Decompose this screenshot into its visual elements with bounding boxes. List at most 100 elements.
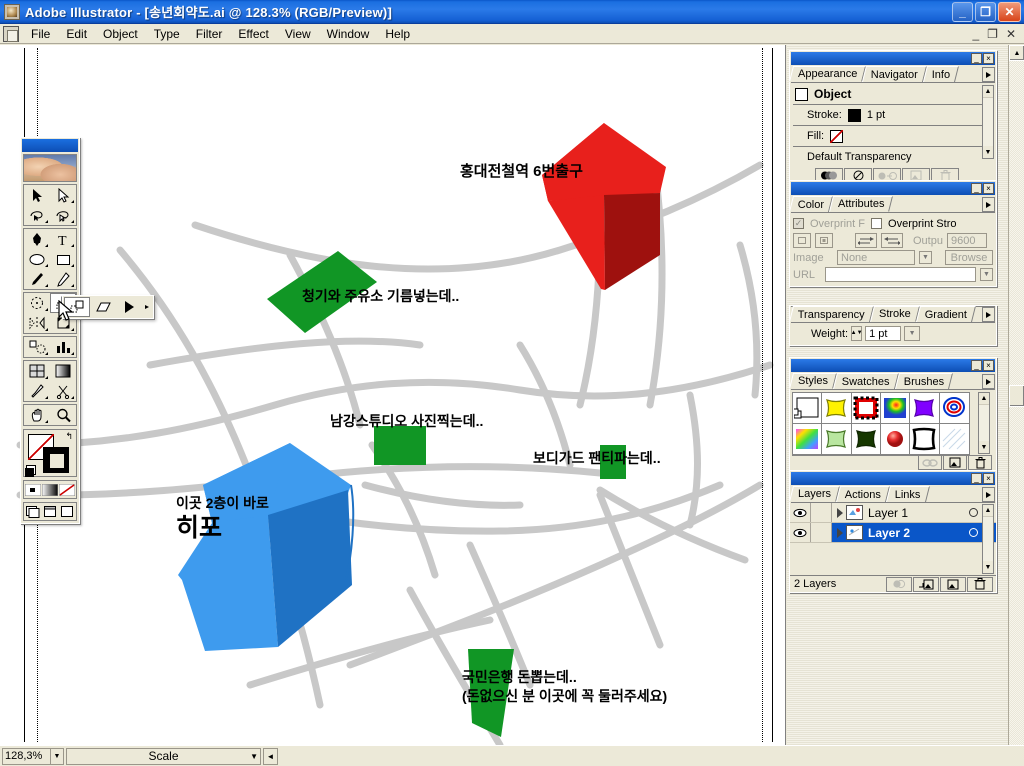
toolbox-palette[interactable]: T ↰ xyxy=(20,137,80,524)
styles-grid[interactable] xyxy=(792,392,970,456)
gradient-tool[interactable] xyxy=(50,361,76,381)
flyout-reshape-tool[interactable] xyxy=(116,297,142,317)
appearance-scrollbar[interactable]: ▲ ▼ xyxy=(982,85,994,159)
tab-stroke[interactable]: Stroke xyxy=(869,306,920,322)
minimize-button[interactable]: _ xyxy=(952,1,973,22)
style-swatch-light-green-blob[interactable] xyxy=(822,424,852,455)
tab-layers[interactable]: Layers xyxy=(789,486,841,502)
appearance-palette[interactable]: _ × Appearance Navigator Info Object Str… xyxy=(789,50,997,184)
full-screen-menubar-mode-button[interactable] xyxy=(41,503,59,520)
styles-close-icon[interactable]: × xyxy=(983,360,994,371)
layer-row-1[interactable]: Layer 1 xyxy=(790,503,996,523)
flyout-shear-tool[interactable] xyxy=(90,297,116,317)
styles-menu-arrow-icon[interactable] xyxy=(982,374,995,389)
layer-1-name[interactable]: Layer 1 xyxy=(868,506,908,520)
none-fill-button[interactable] xyxy=(58,481,76,498)
layers-scroll-down-icon[interactable]: ▼ xyxy=(983,561,993,573)
stroke-weight-stepper[interactable]: ▲▼ xyxy=(851,326,863,341)
tab-gradient[interactable]: Gradient xyxy=(915,306,976,322)
color-fill-button[interactable] xyxy=(24,481,42,498)
image-map-select[interactable]: None xyxy=(837,250,915,265)
tab-appearance[interactable]: Appearance xyxy=(789,66,867,82)
fill-color-chip[interactable] xyxy=(830,129,844,143)
menu-edit[interactable]: Edit xyxy=(58,25,95,43)
layer-1-expand-triangle-icon[interactable] xyxy=(837,507,843,518)
swap-fill-stroke-icon[interactable]: ↰ xyxy=(65,431,73,442)
nonzero-fill-rule-button[interactable] xyxy=(793,233,811,248)
appearance-close-icon[interactable]: × xyxy=(983,53,994,64)
tab-actions[interactable]: Actions xyxy=(836,486,891,502)
style-swatch-yellow-blob[interactable] xyxy=(822,393,852,424)
layers-scroll-up-icon[interactable]: ▲ xyxy=(983,505,993,517)
delete-style-button[interactable] xyxy=(968,455,992,470)
layer-2-target-circle-icon[interactable] xyxy=(969,528,978,537)
layers-close-icon[interactable]: × xyxy=(983,473,994,484)
delete-layer-button[interactable] xyxy=(967,576,993,592)
ellipse-tool[interactable] xyxy=(24,249,50,269)
type-tool[interactable]: T xyxy=(50,229,76,249)
appearance-transparency-row[interactable]: Default Transparency xyxy=(793,148,993,166)
layers-scrollbar[interactable]: ▲ ▼ xyxy=(982,504,994,574)
menu-filter[interactable]: Filter xyxy=(188,25,231,43)
style-swatch-concentric-rings[interactable] xyxy=(939,393,969,424)
toolbox-title-bar[interactable] xyxy=(22,139,78,152)
image-map-chevron-down-icon[interactable]: ▼ xyxy=(919,251,932,264)
style-swatch-black-rough-frame[interactable] xyxy=(910,424,940,455)
status-chevron-down-icon[interactable]: ▼ xyxy=(250,752,258,761)
direct-lasso-tool[interactable] xyxy=(50,205,76,225)
document-canvas[interactable]: 홍대전철역 6번출구 청기와 주유소 기름넣는데.. 남강스튜디오 사진찍는데.… xyxy=(0,45,786,745)
browse-button[interactable]: Browse xyxy=(945,250,993,265)
stroke-menu-arrow-icon[interactable] xyxy=(982,307,995,322)
tab-brushes[interactable]: Brushes xyxy=(894,373,954,389)
menu-window[interactable]: Window xyxy=(319,25,378,43)
reflect-tool[interactable] xyxy=(24,313,50,333)
lasso-tool[interactable] xyxy=(24,205,50,225)
styles-scrollbar[interactable]: ▲ ▼ xyxy=(978,392,990,454)
layers-palette-titlebar[interactable]: _ × xyxy=(791,472,995,485)
paintbrush-tool[interactable] xyxy=(24,269,50,289)
tab-links[interactable]: Links xyxy=(886,486,930,502)
pen-tool[interactable] xyxy=(24,229,50,249)
styles-scroll-down-icon[interactable]: ▼ xyxy=(979,441,989,453)
blend-tool[interactable] xyxy=(24,337,50,357)
menu-help[interactable]: Help xyxy=(377,25,418,43)
appearance-tabs[interactable]: Appearance Navigator Info xyxy=(789,66,995,83)
standard-screen-mode-button[interactable] xyxy=(24,503,42,520)
default-fill-stroke-icon[interactable] xyxy=(25,465,36,477)
tab-navigator[interactable]: Navigator xyxy=(862,66,928,82)
reverse-path-direction-off-button[interactable] xyxy=(855,233,877,248)
restore-button[interactable]: ❐ xyxy=(975,1,996,22)
style-swatch-purple-blob[interactable] xyxy=(910,393,940,424)
styles-palette[interactable]: _ × Styles Swatches Brushes ▲ ▼ xyxy=(789,357,997,473)
rotate-tool[interactable] xyxy=(24,293,50,313)
layers-palette[interactable]: _ × Layers Actions Links Layer 1 Layer 2… xyxy=(789,470,997,593)
styles-minimize-icon[interactable]: _ xyxy=(971,360,982,371)
overprint-stroke-checkbox[interactable] xyxy=(871,218,883,229)
appearance-menu-arrow-icon[interactable] xyxy=(982,67,995,82)
attributes-palette[interactable]: _ × Color Attributes ✓ Overprint F Overp… xyxy=(789,180,997,287)
style-swatch-rainbow-blur[interactable] xyxy=(881,393,911,424)
zoom-tool[interactable] xyxy=(50,405,76,425)
scroll-up-arrow[interactable]: ▲ xyxy=(1009,45,1024,61)
appearance-palette-titlebar[interactable]: _ × xyxy=(791,52,995,65)
rectangle-tool[interactable] xyxy=(50,249,76,269)
doc-close-button[interactable]: ✕ xyxy=(1006,27,1016,41)
status-info-field[interactable]: Scale ▼ xyxy=(66,747,261,765)
layer-2-lock-toggle[interactable] xyxy=(811,523,832,542)
tab-transparency[interactable]: Transparency xyxy=(789,306,874,322)
flyout-tearoff-handle[interactable] xyxy=(142,297,152,317)
styles-scroll-up-icon[interactable]: ▲ xyxy=(979,393,989,405)
layer-2-expand-triangle-icon[interactable] xyxy=(837,527,843,538)
layer-1-lock-toggle[interactable] xyxy=(811,503,832,522)
stroke-swatch[interactable] xyxy=(43,447,69,473)
doc-restore-button[interactable]: ❐ xyxy=(987,27,998,41)
layer-row-2[interactable]: Layer 2 xyxy=(790,523,996,543)
url-chevron-down-icon[interactable]: ▼ xyxy=(980,268,993,281)
style-swatch-red-sphere[interactable] xyxy=(881,424,911,455)
stroke-palette[interactable]: Transparency Stroke Gradient Weight: ▲▼ … xyxy=(789,305,997,346)
layer-2-name[interactable]: Layer 2 xyxy=(868,526,910,540)
styles-tabs[interactable]: Styles Swatches Brushes xyxy=(789,373,995,390)
layers-tabs[interactable]: Layers Actions Links xyxy=(789,486,995,503)
appearance-stroke-row[interactable]: Stroke: 1 pt xyxy=(793,106,993,124)
output-resolution-field[interactable]: 9600 xyxy=(946,233,987,248)
